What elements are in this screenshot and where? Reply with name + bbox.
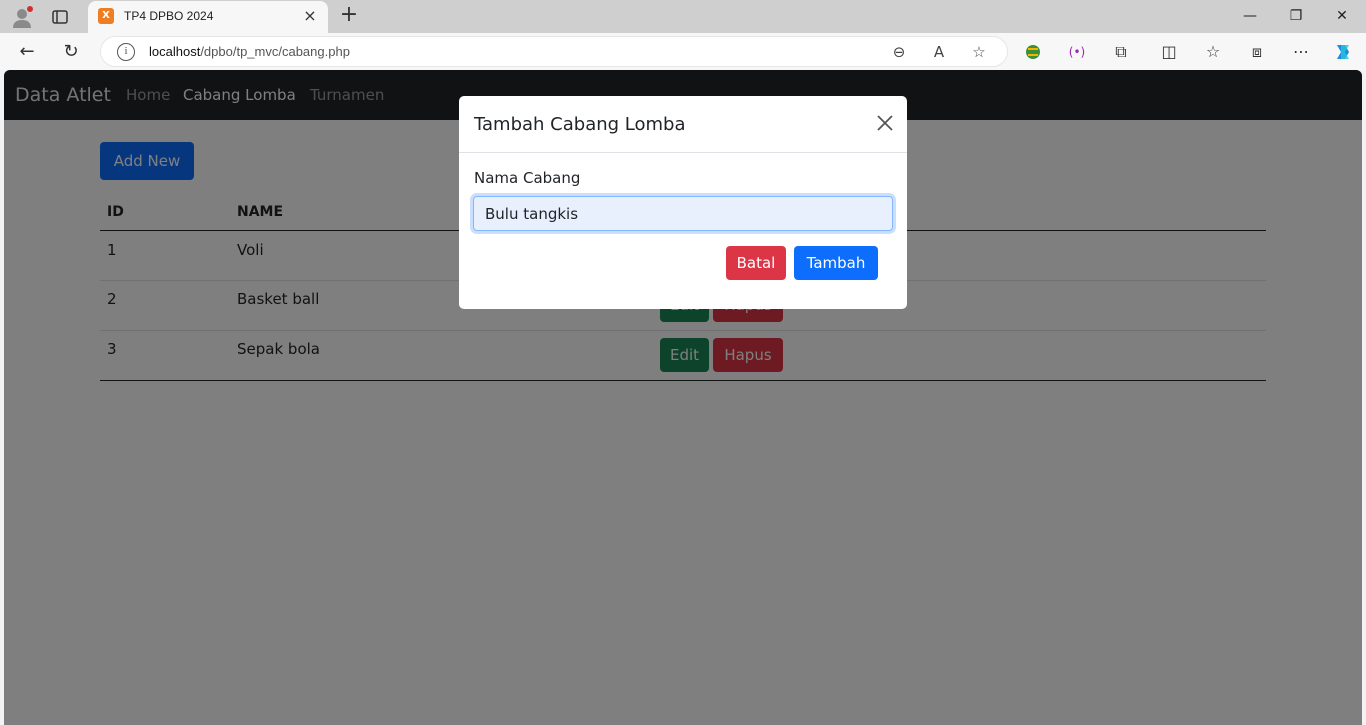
tab-title: TP4 DPBO 2024 <box>124 9 214 23</box>
xampp-icon: X <box>98 8 114 24</box>
nama-cabang-label: Nama Cabang <box>474 169 581 187</box>
read-aloud-icon[interactable]: A <box>929 42 949 62</box>
back-icon[interactable]: ← <box>16 41 38 63</box>
new-tab-icon[interactable]: + <box>338 4 360 27</box>
site-info-icon[interactable]: i <box>117 43 135 61</box>
modal-title: Tambah Cabang Lomba <box>474 114 686 135</box>
close-icon[interactable] <box>875 114 895 134</box>
copilot-icon[interactable] <box>1332 41 1354 63</box>
minimize-icon[interactable]: — <box>1240 6 1260 26</box>
modal-header-divider <box>459 152 907 153</box>
zoom-icon[interactable]: ⊖ <box>889 42 909 62</box>
add-cabang-modal: Tambah Cabang Lomba Nama Cabang Batal Ta… <box>459 96 907 309</box>
broadcast-icon[interactable]: (•) <box>1066 41 1088 63</box>
collections-icon[interactable]: ⧈ <box>1246 41 1268 63</box>
more-icon[interactable]: ⋯ <box>1290 41 1312 63</box>
tab-actions-icon[interactable] <box>50 7 70 27</box>
favorite-star-icon[interactable]: ☆ <box>969 42 989 62</box>
extension-globe-icon[interactable] <box>1022 41 1044 63</box>
extensions-icon[interactable]: ⧉ <box>1110 41 1132 63</box>
close-window-icon[interactable]: ✕ <box>1332 6 1352 26</box>
browser-tab-bar: X TP4 DPBO 2024 × + — ❐ ✕ <box>0 0 1366 33</box>
favorites-icon[interactable]: ☆ <box>1202 41 1224 63</box>
nama-cabang-input[interactable] <box>473 196 893 231</box>
refresh-icon[interactable]: ↻ <box>60 41 82 63</box>
profile-icon[interactable] <box>10 5 34 29</box>
browser-toolbar: ← ↻ i localhost/dpbo/tp_mvc/cabang.php ⊖… <box>0 33 1366 70</box>
submit-button[interactable]: Tambah <box>794 246 878 280</box>
restore-icon[interactable]: ❐ <box>1286 6 1306 26</box>
address-bar[interactable]: i localhost/dpbo/tp_mvc/cabang.php ⊖ A ☆ <box>100 36 1008 67</box>
tab-close-icon[interactable]: × <box>302 8 318 24</box>
browser-tab[interactable]: X TP4 DPBO 2024 × <box>88 1 328 33</box>
split-screen-icon[interactable]: ◫ <box>1158 41 1180 63</box>
url-text[interactable]: localhost/dpbo/tp_mvc/cabang.php <box>149 44 350 59</box>
cancel-button[interactable]: Batal <box>726 246 786 280</box>
